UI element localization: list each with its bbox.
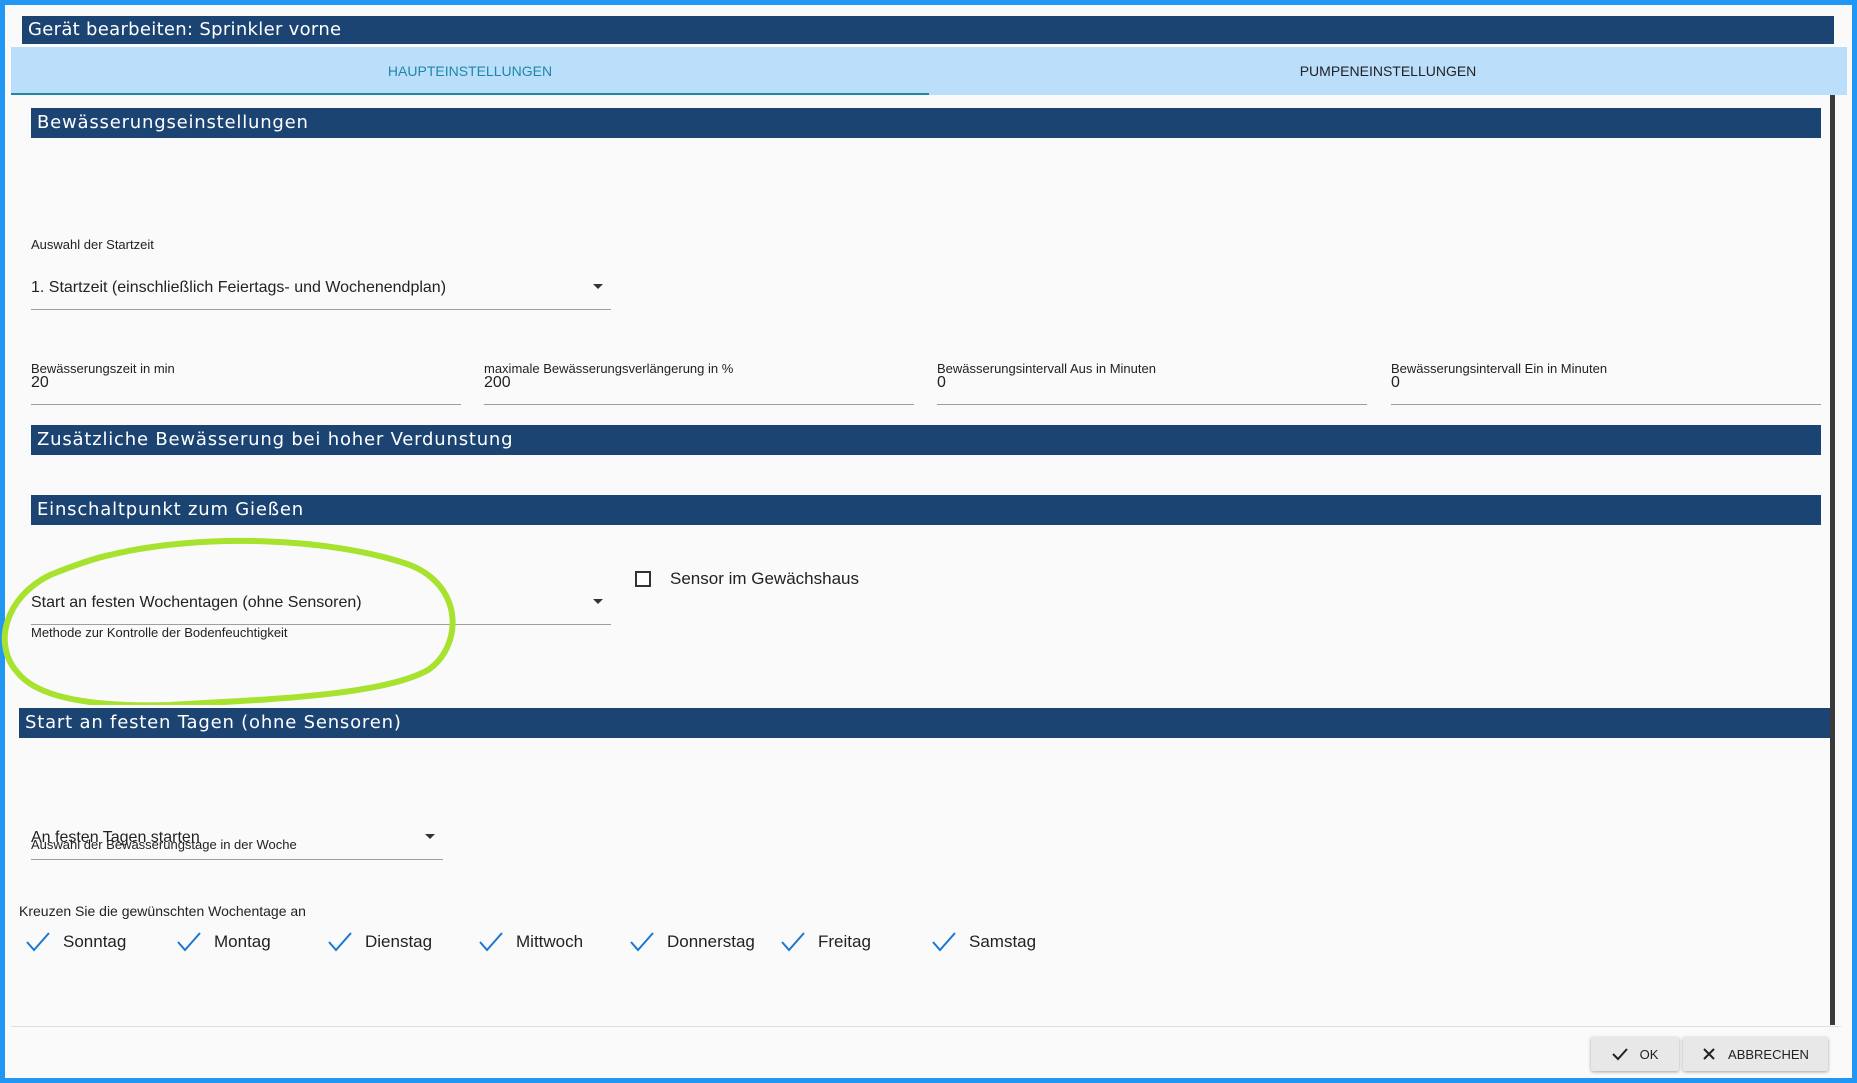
start-time-value: 1. Startzeit (einschließlich Feiertags- … [31, 279, 447, 296]
weekday-sonntag[interactable]: Sonntag [26, 927, 126, 957]
dialog-title: Gerät bearbeiten: Sprinkler vorne [22, 16, 1834, 44]
weekday-label: Mittwoch [516, 932, 584, 951]
tab-main-settings[interactable]: HAUPTEINSTELLUNGEN [11, 47, 929, 95]
weekday-label: Freitag [818, 932, 871, 951]
weekday-donnerstag[interactable]: Donnerstag [630, 927, 755, 957]
close-icon [1703, 1048, 1715, 1060]
checkmark-icon [177, 932, 201, 952]
start-time-select[interactable]: 1. Startzeit (einschließlich Feiertags- … [31, 265, 611, 310]
weekday-dienstag[interactable]: Dienstag [328, 927, 432, 957]
checkmark-icon [26, 932, 50, 952]
weekday-freitag[interactable]: Freitag [781, 927, 871, 957]
section-extra-irrigation: Zusätzliche Bewässerung bei hoher Verdun… [31, 425, 1821, 455]
weekday-label: Samstag [969, 932, 1037, 951]
irrigation-duration-value: 20 [31, 374, 49, 391]
max-extension-value: 200 [484, 374, 511, 391]
max-extension-helper: maximale Bewässerungsverlängerung in % [484, 361, 734, 376]
weekdays-prompt: Kreuzen Sie die gewünschten Wochentage a… [19, 903, 306, 919]
section-switch-point: Einschaltpunkt zum Gießen [31, 495, 1821, 525]
greenhouse-sensor-checkbox[interactable] [635, 571, 651, 587]
checkmark-icon [479, 932, 503, 952]
arrow-drop-down-icon [593, 599, 603, 604]
section-irrigation-settings: Bewässerungseinstellungen [31, 108, 1821, 138]
weekday-label: Donnerstag [667, 932, 755, 951]
weekday-label: Montag [214, 932, 271, 951]
section-fixed-days: Start an festen Tagen (ohne Sensoren) [19, 708, 1833, 738]
checkmark-icon [630, 932, 654, 952]
tab-bar: HAUPTEINSTELLUNGEN PUMPENEINSTELLUNGEN [11, 47, 1847, 95]
arrow-drop-down-icon [425, 834, 435, 839]
checkmark-icon [328, 932, 352, 952]
tab-pump-settings[interactable]: PUMPENEINSTELLUNGEN [929, 47, 1847, 95]
footer-divider [11, 1026, 1841, 1027]
moisture-method-value: Start an festen Wochentagen (ohne Sensor… [31, 594, 362, 611]
irrigation-duration-helper: Bewässerungszeit in min [31, 361, 175, 376]
dialog-content: Bewässerungseinstellungen 1. Startzeit (… [11, 95, 1835, 1025]
interval-off-value: 0 [937, 374, 946, 391]
weekday-label: Dienstag [365, 932, 433, 951]
scrollbar[interactable] [1830, 95, 1835, 1025]
interval-off-helper: Bewässerungsintervall Aus in Minuten [937, 361, 1156, 376]
ok-button[interactable]: OK [1591, 1037, 1679, 1071]
moisture-method-helper: Methode zur Kontrolle der Bodenfeuchtigk… [31, 625, 288, 640]
days-mode-helper: Auswahl der Bewässerungstage in der Woch… [31, 837, 297, 852]
moisture-method-select[interactable]: Start an festen Wochentagen (ohne Sensor… [31, 580, 611, 625]
checkmark-icon [781, 932, 805, 952]
greenhouse-sensor-label: Sensor im Gewächshaus [670, 569, 859, 588]
arrow-drop-down-icon [593, 284, 603, 289]
cancel-button[interactable]: ABBRECHEN [1683, 1037, 1828, 1071]
checkmark-icon [1611, 1048, 1628, 1061]
checkmark-icon [932, 932, 956, 952]
weekday-mittwoch[interactable]: Mittwoch [479, 927, 583, 957]
weekday-samstag[interactable]: Samstag [932, 927, 1036, 957]
interval-on-helper: Bewässerungsintervall Ein in Minuten [1391, 361, 1608, 376]
weekday-montag[interactable]: Montag [177, 927, 271, 957]
weekday-label: Sonntag [63, 932, 127, 951]
cancel-button-label: ABBRECHEN [1728, 1046, 1809, 1062]
ok-button-label: OK [1639, 1046, 1659, 1062]
start-time-helper: Auswahl der Startzeit [31, 237, 154, 252]
interval-on-value: 0 [1391, 374, 1400, 391]
